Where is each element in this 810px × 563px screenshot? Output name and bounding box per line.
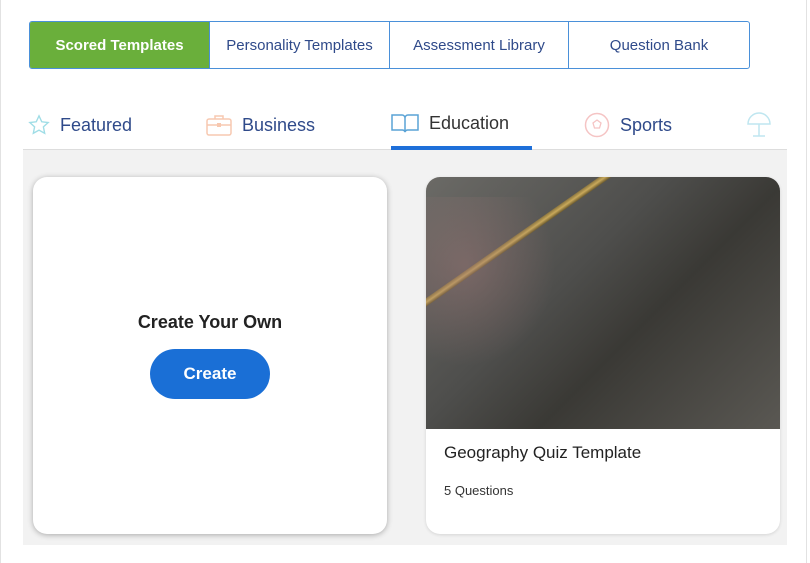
tab-education[interactable]: Education xyxy=(391,100,532,150)
tab-assessment-library[interactable]: Assessment Library xyxy=(389,22,568,68)
tab-label: Featured xyxy=(60,114,133,135)
tab-label: Education xyxy=(429,112,510,133)
tab-personality-templates[interactable]: Personality Templates xyxy=(209,22,389,68)
tab-label: Sports xyxy=(620,114,673,135)
tab-question-bank[interactable]: Question Bank xyxy=(568,22,749,68)
tab-business[interactable]: Business xyxy=(206,100,315,150)
create-your-own-card: Create Your Own Create xyxy=(33,177,387,534)
soccer-ball-icon xyxy=(584,112,610,138)
template-title: Geography Quiz Template xyxy=(444,443,642,462)
beach-umbrella-icon xyxy=(747,112,771,137)
card-title: Create Your Own xyxy=(137,312,283,332)
template-thumbnail-map xyxy=(426,177,780,429)
template-grid: Create Your Own Create Geography Quiz Te… xyxy=(23,150,787,545)
book-icon xyxy=(391,114,419,133)
question-count: 5 Questions xyxy=(444,483,514,498)
tab-featured[interactable]: Featured xyxy=(28,100,132,150)
tab-label: Business xyxy=(242,114,316,135)
tab-sports[interactable]: Sports xyxy=(584,100,672,150)
template-type-tabs: Scored Templates Personality Templates A… xyxy=(29,21,750,69)
create-button[interactable]: Create xyxy=(150,349,270,399)
briefcase-icon xyxy=(206,115,232,136)
template-card[interactable]: Geography Quiz Template 5 Questions xyxy=(426,177,780,534)
star-icon xyxy=(28,114,50,135)
category-tabs: Featured Business Education Sports xyxy=(23,100,787,150)
tab-scored-templates[interactable]: Scored Templates xyxy=(30,22,209,68)
tab-travel[interactable] xyxy=(745,100,773,150)
